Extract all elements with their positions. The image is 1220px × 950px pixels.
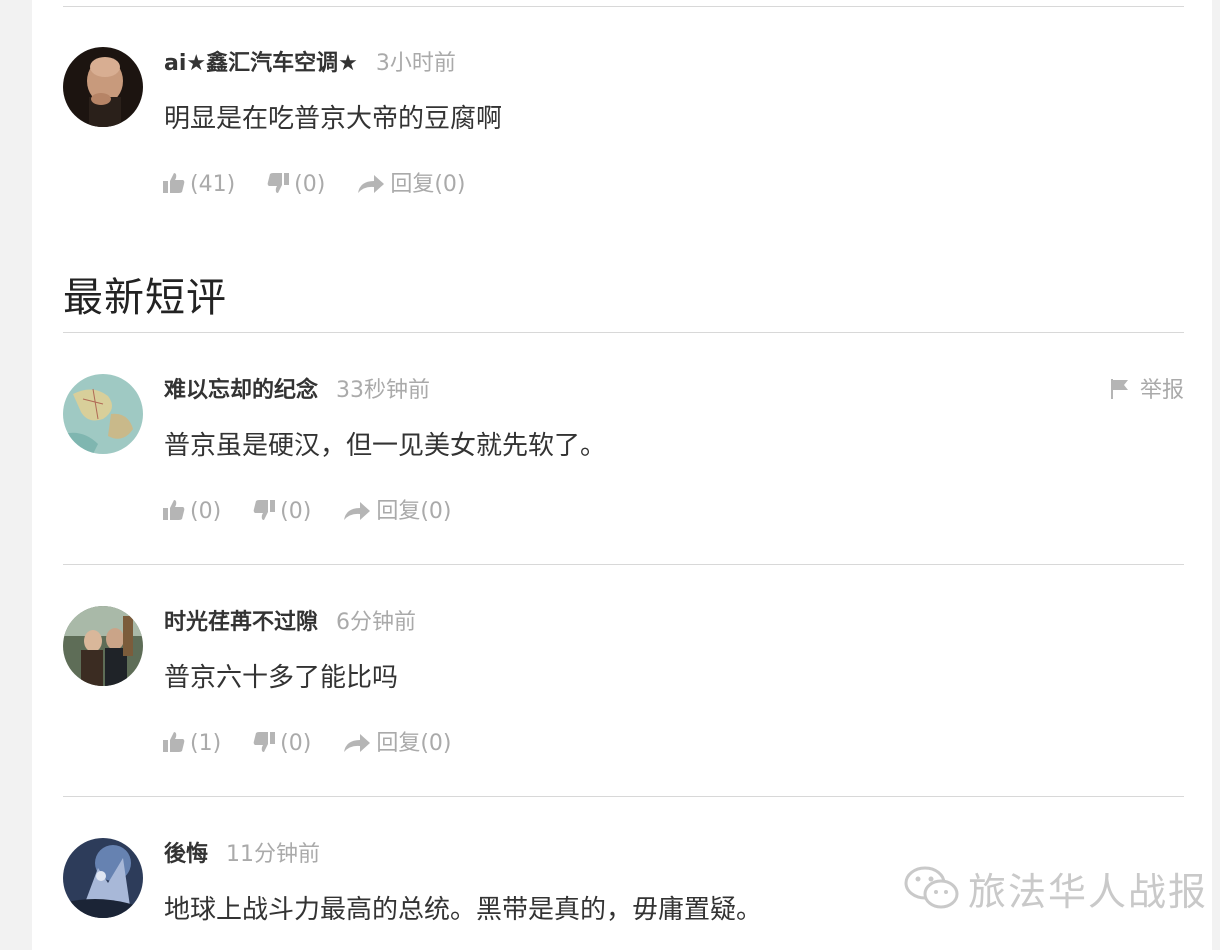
thumbs-down-icon — [253, 500, 276, 520]
thumbs-up-icon — [163, 173, 185, 193]
comment-text: 普京六十多了能比吗 — [164, 663, 399, 693]
reply-arrow-icon — [358, 175, 385, 193]
reply-button[interactable]: 回复(0) — [342, 726, 452, 762]
reply-arrow-icon — [344, 502, 371, 520]
comment-text: 普京虽是硬汉，但一见美女就先软了。 — [164, 431, 607, 461]
comment-time: 33秒钟前 — [336, 378, 431, 403]
comment-actions: (0) (0) 回复(0) — [162, 494, 476, 530]
reply-label: 回复(0) — [390, 172, 466, 197]
reply-label: 回复(0) — [376, 499, 452, 524]
reply-button[interactable]: 回复(0) — [356, 167, 466, 203]
comment-meta: 时光荏苒不过隙 6分钟前 — [164, 606, 416, 640]
thumbs-up-icon — [163, 732, 185, 752]
user-avatar[interactable] — [63, 838, 143, 918]
like-count: (41) — [190, 172, 236, 197]
comment-actions: (41) (0) 回复(0) — [162, 167, 490, 203]
comment-time: 3小时前 — [375, 51, 456, 76]
comment-meta: ai★鑫汇汽车空调★ 3小时前 — [164, 47, 456, 81]
like-count: (1) — [190, 731, 222, 756]
bald-man-avatar-icon — [63, 47, 143, 127]
comment-meta: 难以忘却的纪念 33秒钟前 — [164, 374, 430, 408]
comments-page: ai★鑫汇汽车空调★ 3小时前 明显是在吃普京大帝的豆腐啊 (41) (0) 回复… — [32, 0, 1212, 950]
wechat-icon — [904, 866, 959, 909]
thumbs-down-icon — [253, 732, 276, 752]
divider — [63, 796, 1184, 797]
reply-button[interactable]: 回复(0) — [342, 494, 452, 530]
watermark: 旅法华人战报 — [904, 860, 1208, 916]
reply-label: 回复(0) — [376, 731, 452, 756]
dislike-count: (0) — [294, 172, 326, 197]
report-label: 举报 — [1139, 378, 1184, 403]
like-button[interactable]: (1) — [162, 726, 221, 762]
dislike-button[interactable]: (0) — [252, 726, 311, 762]
divider — [63, 6, 1184, 7]
comment-actions: (1) (0) 回复(0) — [162, 726, 476, 762]
flag-icon — [1110, 379, 1128, 399]
username-link[interactable]: 时光荏苒不过隙 — [164, 610, 318, 635]
fantasy-avatar-icon — [63, 838, 143, 918]
comment-time: 6分钟前 — [336, 610, 417, 635]
divider — [63, 564, 1184, 565]
comment-text: 地球上战斗力最高的总统。黑带是真的，毋庸置疑。 — [164, 895, 763, 925]
section-title: 最新短评 — [63, 275, 227, 321]
dislike-count: (0) — [280, 731, 312, 756]
dislike-count: (0) — [280, 499, 312, 524]
username-link[interactable]: ai★鑫汇汽车空调★ — [164, 51, 358, 76]
username-link[interactable]: 难以忘却的纪念 — [164, 378, 318, 403]
dislike-button[interactable]: (0) — [266, 167, 325, 203]
like-count: (0) — [190, 499, 222, 524]
thumbs-down-icon — [267, 173, 290, 193]
comment-time: 11分钟前 — [226, 842, 321, 867]
like-button[interactable]: (41) — [162, 167, 235, 203]
user-avatar[interactable] — [63, 606, 143, 686]
username-link[interactable]: 後悔 — [164, 842, 208, 867]
comment-meta: 後悔 11分钟前 — [164, 838, 320, 872]
reply-arrow-icon — [344, 734, 371, 752]
user-avatar[interactable] — [63, 47, 143, 127]
couple-avatar-icon — [63, 606, 143, 686]
divider — [63, 332, 1184, 333]
like-button[interactable]: (0) — [162, 494, 221, 530]
comment-text: 明显是在吃普京大帝的豆腐啊 — [164, 104, 503, 134]
map-avatar-icon — [63, 374, 143, 454]
dislike-button[interactable]: (0) — [252, 494, 311, 530]
watermark-text: 旅法华人战报 — [968, 869, 1209, 914]
thumbs-up-icon — [163, 500, 185, 520]
user-avatar[interactable] — [63, 374, 143, 454]
report-button[interactable]: 举报 — [1110, 374, 1184, 408]
